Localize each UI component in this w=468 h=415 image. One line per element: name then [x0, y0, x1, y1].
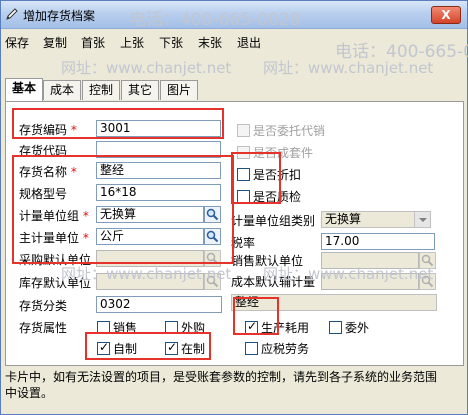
label-inventory-attr: 存货属性 [19, 321, 68, 335]
close-button[interactable]: X [431, 6, 461, 24]
unit-group-field[interactable]: 无换算 [96, 206, 204, 223]
label-inventory-code: 存货编码 * [19, 123, 77, 137]
attr-production-label: 生产耗用 [261, 321, 310, 335]
menu-last[interactable]: 末张 [198, 34, 222, 51]
attr-purchase-checkbox[interactable] [165, 321, 178, 334]
menu-exit[interactable]: 退出 [237, 34, 261, 51]
search-icon [206, 275, 219, 288]
chevron-down-icon [419, 218, 427, 222]
pencil-icon [6, 8, 18, 20]
attr-wip-label: 在制 [181, 342, 206, 356]
search-icon [206, 252, 219, 265]
close-icon: X [441, 8, 451, 22]
label-unit-group-type: 计量单位组类别 [231, 214, 316, 228]
title-bar[interactable]: 增加存货档案 X [1, 1, 467, 29]
search-icon [206, 208, 219, 221]
label-cost-unit: 成本默认辅计量 [231, 275, 316, 289]
inventory-name-field[interactable]: 整经 [96, 162, 221, 179]
menu-first[interactable]: 首张 [81, 34, 105, 51]
attr-production-checkbox[interactable]: ✓ [245, 319, 258, 334]
qc-checkbox[interactable] [237, 190, 250, 203]
discount-checkbox[interactable] [237, 168, 250, 181]
qc-label: 是否质检 [253, 190, 302, 204]
attr-taxable-service-label: 应税劳务 [261, 342, 310, 356]
cost-unit-search-button [419, 273, 436, 290]
tab-control[interactable]: 控制 [82, 80, 120, 100]
search-icon [206, 230, 219, 243]
check-icon: ✓ [99, 340, 110, 354]
tab-picture[interactable]: 图片 [160, 80, 198, 100]
consign-label: 是否委托代销 [253, 124, 326, 138]
attr-wip-checkbox[interactable]: ✓ [165, 340, 178, 355]
dialog-window: 增加存货档案 X 电话：400-665-0028 保存 复制 首张 上张 下张 … [0, 0, 468, 415]
label-spec: 规格型号 [19, 187, 68, 201]
label-main-unit: 主计量单位 * [19, 231, 89, 245]
check-icon: ✓ [167, 340, 178, 354]
stock-unit-field [96, 273, 204, 290]
kit-checkbox[interactable] [237, 146, 250, 159]
consign-checkbox[interactable] [237, 124, 250, 137]
label-stock-unit: 库存默认单位 [19, 276, 92, 290]
attr-outsource-label: 委外 [345, 321, 370, 335]
unit-group-type-dropdown[interactable] [414, 212, 430, 227]
label-inventory-code2: 存货代码 [19, 144, 68, 158]
menu-prev[interactable]: 上张 [120, 34, 144, 51]
tab-other[interactable]: 其它 [121, 80, 159, 100]
inventory-code2-field[interactable] [96, 141, 221, 158]
window-title: 增加存货档案 [23, 9, 96, 23]
label-sales-unit: 销售默认单位 [231, 254, 304, 268]
label-inventory-name: 存货名称 * [19, 165, 77, 179]
attr-taxable-service-checkbox[interactable] [245, 342, 258, 355]
menu-copy[interactable]: 复制 [43, 34, 67, 51]
label-unit-group: 计量单位组 * [19, 209, 89, 223]
menu-bar: 保存 复制 首张 上张 下张 末张 退出 [1, 29, 467, 55]
main-unit-search-button[interactable] [204, 228, 221, 245]
attr-purchase-label: 外购 [181, 321, 206, 335]
purchase-unit-field [96, 250, 204, 267]
main-unit-field[interactable]: 公斤 [96, 228, 204, 245]
label-tax-rate: 税率 [231, 236, 256, 250]
attr-sales-label: 销售 [113, 321, 138, 335]
label-purchase-unit: 采购默认单位 [19, 253, 92, 267]
category-code-field[interactable]: 0302 [96, 296, 222, 313]
spec-field[interactable]: 16*18 [96, 184, 221, 201]
stock-unit-search-button [204, 273, 221, 290]
tax-rate-field[interactable]: 17.00 [321, 233, 435, 250]
category-name-field: 整经 [231, 294, 437, 311]
menu-save[interactable]: 保存 [5, 34, 29, 51]
sales-unit-search-button [419, 252, 436, 269]
attr-selfmade-checkbox[interactable]: ✓ [97, 340, 110, 355]
discount-label: 是否折扣 [253, 168, 302, 182]
attr-selfmade-label: 自制 [113, 342, 138, 356]
tab-cost[interactable]: 成本 [43, 80, 81, 100]
watermark-site-left: 网址：www.chanjet.net [61, 59, 232, 77]
tab-basic[interactable]: 基本 [5, 78, 43, 101]
attr-sales-checkbox[interactable] [97, 321, 110, 334]
menu-next[interactable]: 下张 [159, 34, 183, 51]
purchase-unit-search-button [204, 250, 221, 267]
check-icon: ✓ [247, 319, 258, 333]
search-icon [421, 254, 434, 267]
kit-label: 是否成套件 [253, 146, 314, 160]
footer-hint: 卡片中，如有无法设置的项目，是受账套参数的控制，请先到各子系统的业务范围中设置。 [5, 370, 438, 400]
cost-unit-field [321, 273, 419, 290]
attr-outsource-checkbox[interactable] [329, 321, 342, 334]
unit-group-search-button[interactable] [204, 206, 221, 223]
sales-unit-field [321, 252, 419, 269]
inventory-code-field[interactable]: 3001 [96, 120, 221, 137]
watermark-site-right: 网址：www.chanjet.net [263, 59, 434, 77]
label-category: 存货分类 [19, 299, 68, 313]
search-icon [421, 275, 434, 288]
